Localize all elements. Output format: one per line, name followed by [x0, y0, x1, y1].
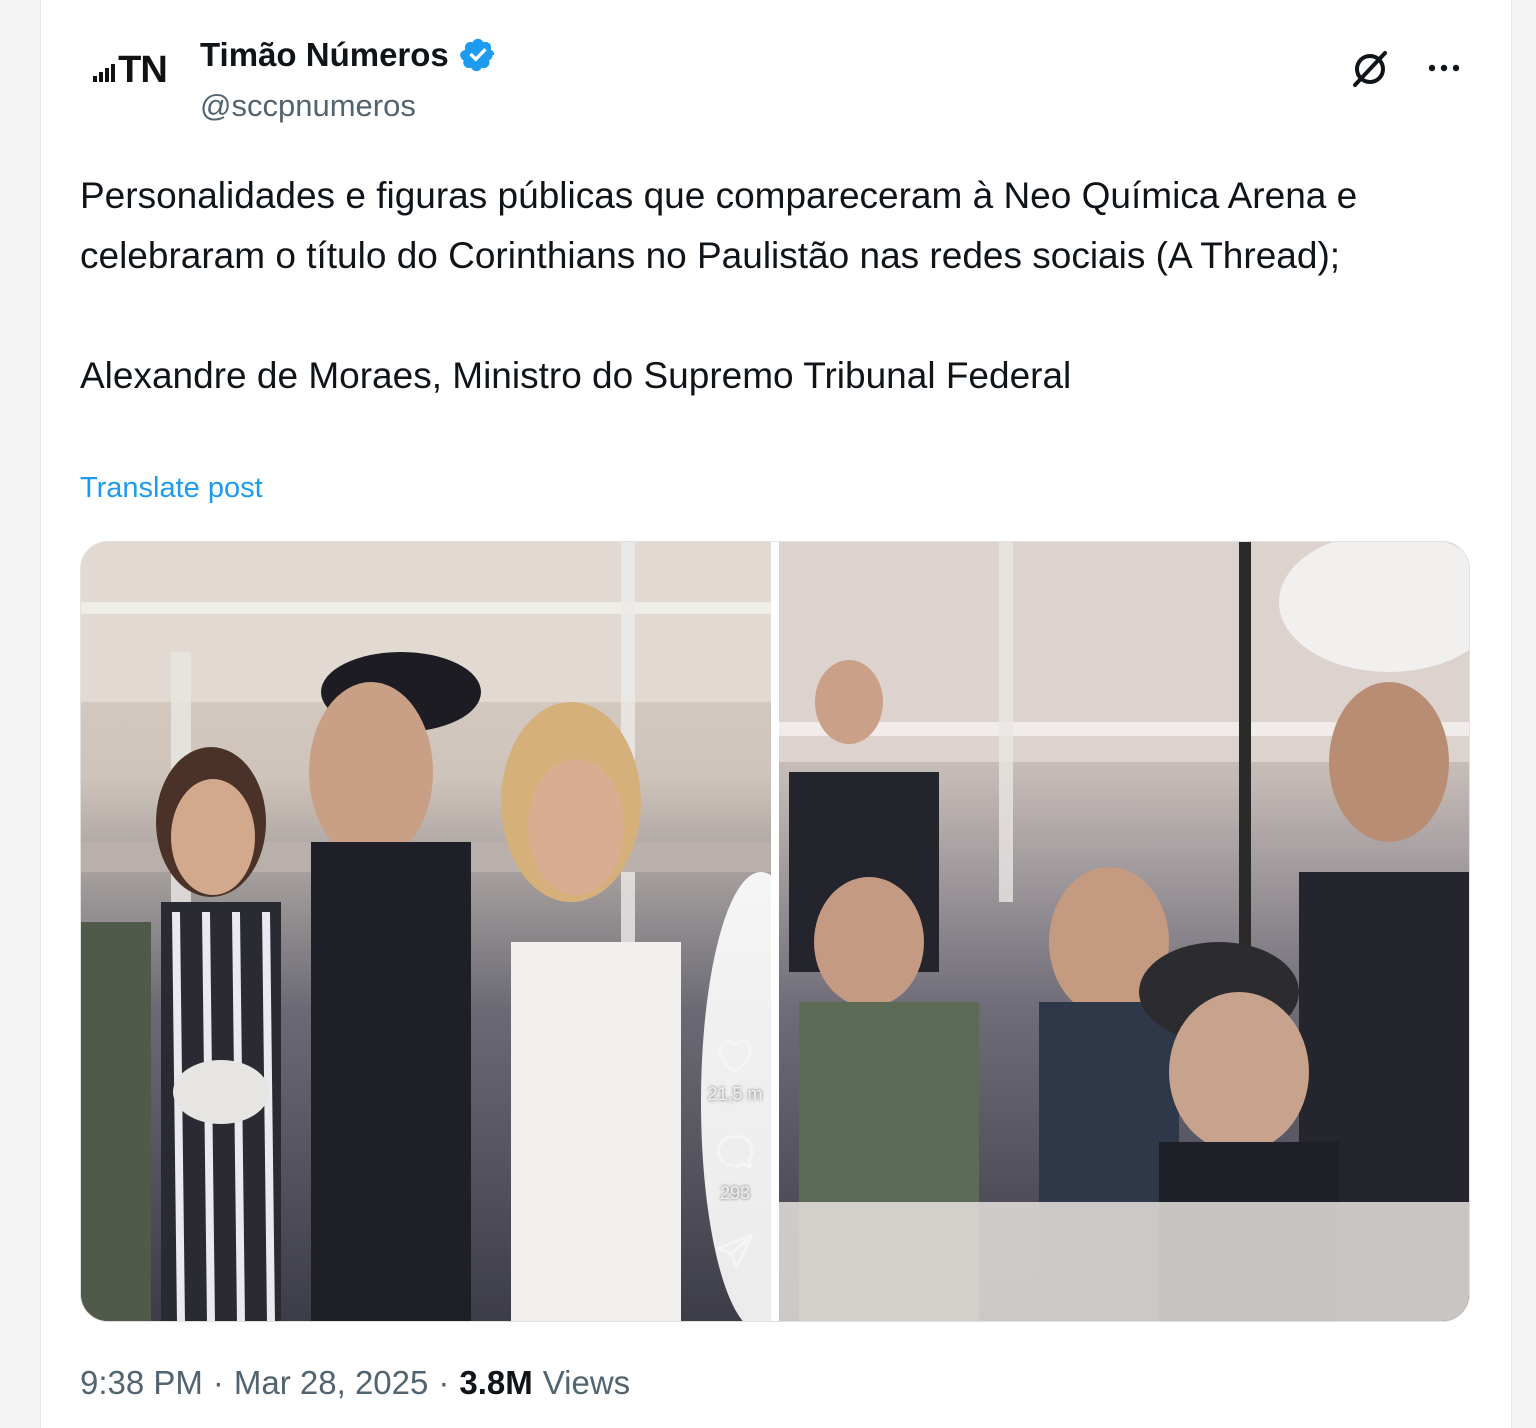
author-name[interactable]: Timão Números	[200, 36, 449, 74]
translate-post-link[interactable]: Translate post	[80, 472, 263, 505]
avatar[interactable]: TN	[80, 20, 180, 120]
post-text: Personalidades e figuras públicas que co…	[80, 166, 1460, 406]
avatar-text: TN	[118, 48, 168, 91]
signal-bars-icon	[93, 58, 116, 82]
video-actions: 21,5 m 293	[705, 1032, 765, 1274]
views-label: Views	[542, 1364, 631, 1401]
photo-left-illustration	[81, 542, 771, 1321]
post-time[interactable]: 9:38 PM	[80, 1364, 203, 1402]
post-paragraph-1: Personalidades e figuras públicas que co…	[80, 175, 1358, 276]
grok-icon[interactable]	[1346, 44, 1394, 92]
heart-icon[interactable]	[712, 1032, 758, 1076]
separator: ·	[438, 1364, 450, 1401]
post-metadata: 9:38 PM · Mar 28, 2025 · 3.8M Views	[80, 1364, 630, 1402]
verified-badge-icon	[459, 38, 495, 72]
post-paragraph-2: Alexandre de Moraes, Ministro do Supremo…	[80, 355, 1072, 396]
media-grid: 21,5 m 293	[80, 541, 1470, 1322]
photo-left[interactable]: 21,5 m 293	[81, 542, 771, 1321]
photo-right-illustration	[779, 542, 1469, 1321]
comments-count: 293	[719, 1183, 751, 1203]
comment-icon[interactable]	[712, 1131, 758, 1175]
author-name-row: Timão Números	[200, 36, 497, 74]
post-date[interactable]: Mar 28, 2025	[234, 1364, 428, 1402]
share-icon[interactable]	[712, 1230, 758, 1274]
likes-count: 21,5 m	[707, 1084, 763, 1104]
photo-right[interactable]	[779, 542, 1469, 1321]
avatar-logo: TN	[93, 48, 168, 92]
separator: ·	[212, 1364, 224, 1401]
views-count[interactable]: 3.8M	[459, 1364, 532, 1402]
more-icon[interactable]	[1420, 44, 1468, 92]
author-handle[interactable]: @sccpnumeros	[200, 88, 416, 124]
